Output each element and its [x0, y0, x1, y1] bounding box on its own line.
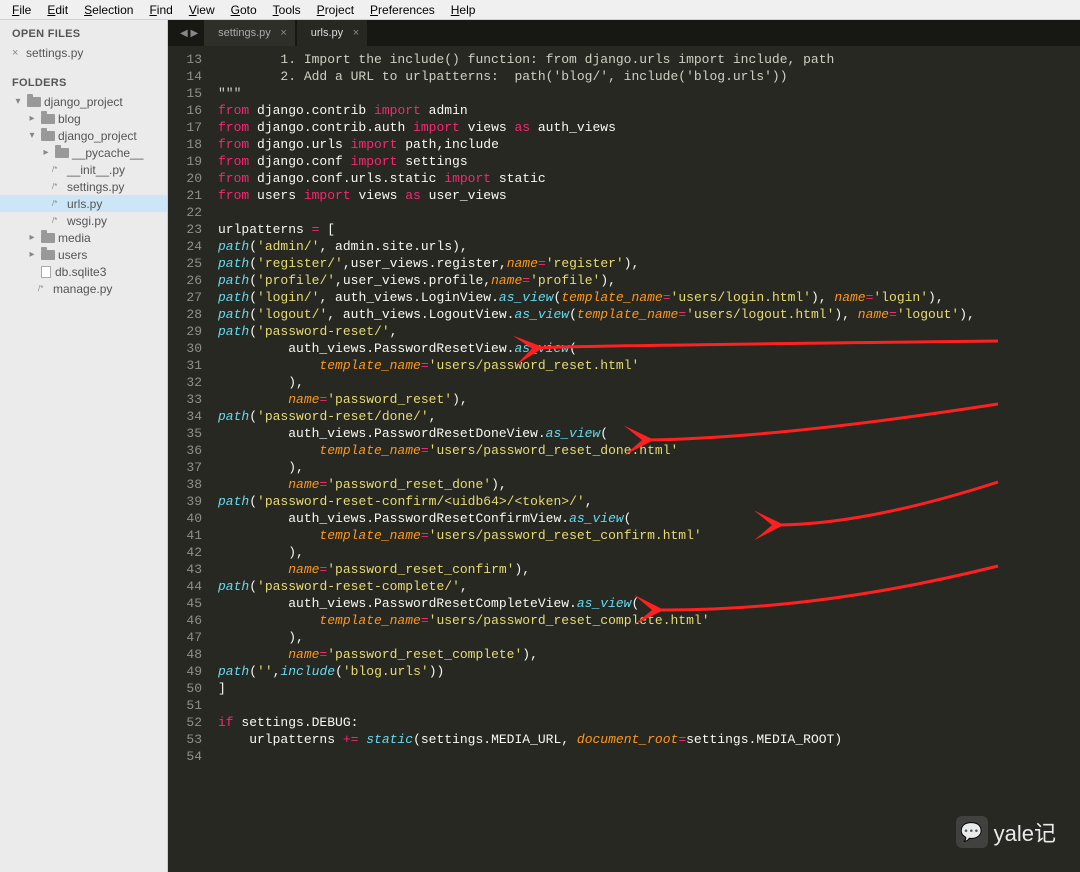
disclosure-icon[interactable]: ▸ — [26, 249, 38, 260]
disclosure-icon[interactable]: ▾ — [26, 130, 38, 141]
python-icon: /* — [38, 284, 50, 293]
menu-goto[interactable]: Goto — [223, 1, 265, 19]
editor-area: ◀ ▶ settings.py×urls.py× 131415161718192… — [168, 20, 1080, 872]
menu-find[interactable]: Find — [141, 1, 180, 19]
folder-icon — [41, 250, 55, 260]
line-gutter: 1314151617181920212223242526272829303132… — [168, 46, 212, 872]
tree-settings.py[interactable]: /*settings.py — [0, 178, 167, 195]
disclosure-icon[interactable]: ▸ — [40, 147, 52, 158]
close-icon[interactable]: × — [280, 27, 286, 39]
watermark: 💬 yale记 — [956, 816, 1056, 848]
menu-preferences[interactable]: Preferences — [362, 1, 443, 19]
sidebar: OPEN FILES ×settings.py FOLDERS ▾django_… — [0, 20, 168, 872]
python-icon: /* — [52, 165, 64, 174]
tab-settings.py[interactable]: settings.py× — [204, 20, 296, 46]
folder-icon — [27, 97, 41, 107]
folder-icon — [41, 114, 55, 124]
tree-manage.py[interactable]: /*manage.py — [0, 280, 167, 297]
python-icon: /* — [52, 199, 64, 208]
menu-tools[interactable]: Tools — [265, 1, 309, 19]
python-icon: /* — [52, 216, 64, 225]
tree-__pycache__[interactable]: ▸__pycache__ — [0, 144, 167, 161]
tree-wsgi.py[interactable]: /*wsgi.py — [0, 212, 167, 229]
tab-nav-arrows[interactable]: ◀ ▶ — [174, 28, 204, 39]
menu-selection[interactable]: Selection — [76, 1, 141, 19]
open-file-settings.py[interactable]: ×settings.py — [0, 44, 167, 61]
menu-help[interactable]: Help — [443, 1, 484, 19]
menu-edit[interactable]: Edit — [39, 1, 76, 19]
folder-icon — [41, 233, 55, 243]
file-icon — [41, 266, 51, 278]
close-icon[interactable]: × — [353, 27, 359, 39]
tree-users[interactable]: ▸users — [0, 246, 167, 263]
disclosure-icon[interactable]: ▾ — [12, 96, 24, 107]
folder-icon — [55, 148, 69, 158]
disclosure-icon[interactable]: ▸ — [26, 232, 38, 243]
disclosure-icon[interactable]: ▸ — [26, 113, 38, 124]
tree-django_project[interactable]: ▾django_project — [0, 127, 167, 144]
python-icon: /* — [52, 182, 64, 191]
tree-blog[interactable]: ▸blog — [0, 110, 167, 127]
close-icon[interactable]: × — [12, 47, 22, 59]
menu-file[interactable]: File — [4, 1, 39, 19]
code-editor[interactable]: 1314151617181920212223242526272829303132… — [168, 46, 1080, 872]
tree-db.sqlite3[interactable]: db.sqlite3 — [0, 263, 167, 280]
open-files-title: OPEN FILES — [0, 20, 167, 44]
tab-bar: ◀ ▶ settings.py×urls.py× — [168, 20, 1080, 46]
tree-urls.py[interactable]: /*urls.py — [0, 195, 167, 212]
tree-django_project[interactable]: ▾django_project — [0, 93, 167, 110]
menu-view[interactable]: View — [181, 1, 223, 19]
folder-icon — [41, 131, 55, 141]
menubar[interactable]: FileEditSelectionFindViewGotoToolsProjec… — [0, 0, 1080, 20]
watermark-text: yale记 — [994, 816, 1056, 848]
tree-media[interactable]: ▸media — [0, 229, 167, 246]
tab-urls.py[interactable]: urls.py× — [297, 20, 368, 46]
folders-title: FOLDERS — [0, 69, 167, 93]
wechat-icon: 💬 — [956, 816, 988, 848]
code-content[interactable]: 1. Import the include() function: from d… — [212, 46, 1080, 872]
tree-__init__.py[interactable]: /*__init__.py — [0, 161, 167, 178]
menu-project[interactable]: Project — [309, 1, 362, 19]
